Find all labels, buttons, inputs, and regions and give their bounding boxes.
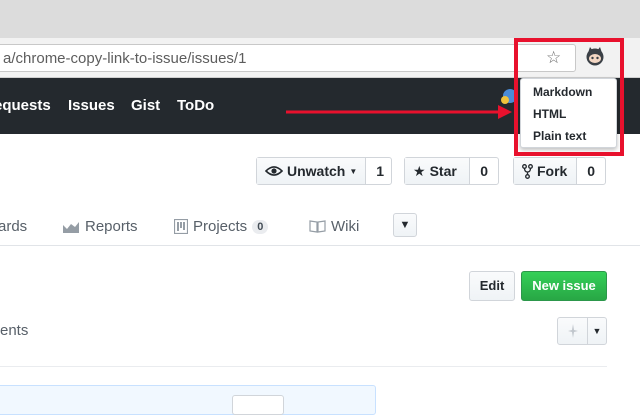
tab-reports-label: Reports — [85, 218, 138, 235]
copy-as-markdown[interactable]: Markdown — [533, 85, 592, 99]
reaction-icon[interactable] — [558, 318, 588, 344]
fork-icon — [522, 163, 533, 179]
chevron-down-icon: ▼ — [399, 219, 411, 231]
tab-projects[interactable]: Projects 0 — [174, 218, 269, 235]
unwatch-button-group: Unwatch ▼ 1 — [256, 157, 392, 185]
tab-wiki-label: Wiki — [331, 218, 360, 235]
sparkle-icon — [567, 324, 578, 338]
stargazers-count[interactable]: 0 — [470, 158, 498, 184]
unwatch-button[interactable]: Unwatch ▼ — [257, 158, 367, 184]
more-tabs-button[interactable]: ▼ — [393, 213, 417, 237]
watchers-count[interactable]: 1 — [366, 158, 394, 184]
star-button-group: ★ Star 0 — [404, 157, 499, 185]
unwatch-label: Unwatch — [287, 163, 346, 179]
caret-down-icon: ▼ — [349, 166, 358, 176]
repo-nav-divider — [0, 245, 640, 246]
projects-counter: 0 — [252, 219, 269, 234]
fork-button-group: Fork 0 — [513, 157, 606, 185]
eye-icon — [265, 166, 283, 176]
star-button[interactable]: ★ Star — [405, 158, 471, 184]
tab-boards-label: ards — [0, 218, 28, 235]
browser-toolbar: a/chrome-copy-link-to-issue/issues/1 ☆ — [0, 38, 640, 78]
project-icon — [174, 219, 188, 234]
bookmark-star-icon[interactable]: ☆ — [546, 48, 561, 68]
comment-action-box[interactable] — [232, 395, 284, 415]
star-label: Star — [429, 163, 457, 179]
tab-boards[interactable]: ards — [0, 218, 27, 235]
copy-link-popup: Markdown HTML Plain text — [520, 78, 617, 148]
new-issue-button[interactable]: New issue — [521, 271, 607, 301]
url-text: a/chrome-copy-link-to-issue/issues/1 — [3, 50, 247, 67]
tab-wiki[interactable]: Wiki — [309, 218, 359, 235]
book-icon — [309, 220, 326, 233]
copy-as-html[interactable]: HTML — [533, 107, 566, 121]
nav-pull-requests[interactable]: equests — [0, 97, 51, 114]
issue-comment-box — [0, 385, 376, 415]
graph-icon — [63, 221, 79, 233]
content-divider — [0, 366, 607, 367]
copy-as-plain-text[interactable]: Plain text — [533, 129, 586, 143]
comments-summary: ents — [0, 322, 29, 339]
reaction-select-button[interactable]: ▼ — [557, 317, 607, 345]
nav-issues[interactable]: Issues — [68, 97, 115, 114]
browser-tab-strip — [0, 0, 640, 38]
reaction-dropdown-caret-icon[interactable]: ▼ — [588, 318, 606, 344]
fork-button[interactable]: Fork — [514, 158, 578, 184]
fork-label: Fork — [537, 163, 568, 179]
address-bar[interactable]: a/chrome-copy-link-to-issue/issues/1 ☆ — [0, 44, 576, 72]
nav-gist[interactable]: Gist — [131, 97, 160, 114]
star-icon: ★ — [413, 162, 426, 179]
octocat-icon[interactable] — [584, 45, 606, 67]
edit-button[interactable]: Edit — [469, 271, 515, 301]
tab-projects-label: Projects — [193, 218, 248, 235]
annotation-arrow-icon — [286, 105, 512, 119]
forks-count[interactable]: 0 — [577, 158, 605, 184]
nav-todo[interactable]: ToDo — [177, 97, 214, 114]
tab-reports[interactable]: Reports — [63, 218, 138, 235]
